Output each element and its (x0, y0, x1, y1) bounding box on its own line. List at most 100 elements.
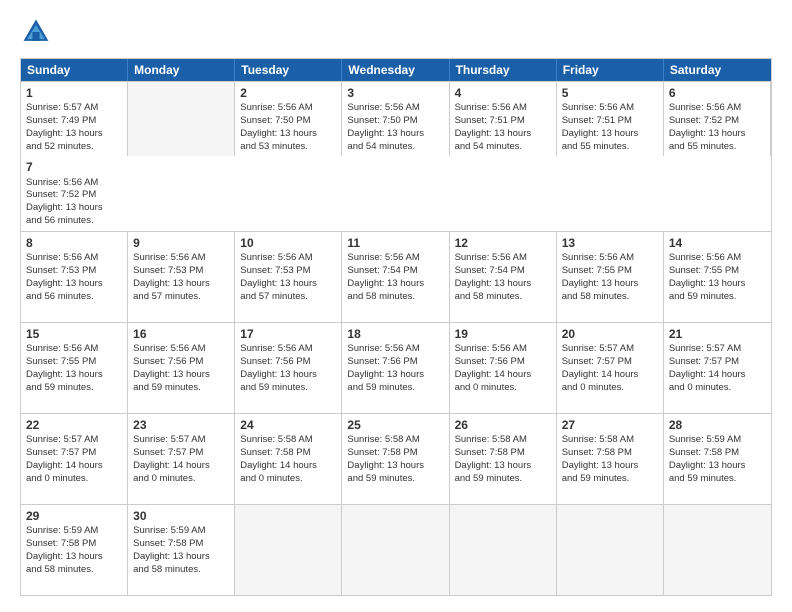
cell-line: Daylight: 13 hours (347, 128, 443, 141)
day-number: 19 (455, 326, 551, 342)
cell-line: Sunrise: 5:56 AM (240, 102, 336, 115)
cell-line: Daylight: 14 hours (562, 369, 658, 382)
cell-line: and 59 minutes. (455, 473, 551, 486)
cell-line: and 0 minutes. (669, 382, 766, 395)
cal-cell-27: 27Sunrise: 5:58 AMSunset: 7:58 PMDayligh… (557, 414, 664, 504)
day-number: 9 (133, 235, 229, 251)
cell-line: Sunrise: 5:56 AM (669, 252, 766, 265)
cell-line: Daylight: 13 hours (562, 460, 658, 473)
cell-line: and 59 minutes. (669, 291, 766, 304)
cell-line: and 57 minutes. (240, 291, 336, 304)
cell-line: Daylight: 13 hours (562, 128, 658, 141)
header (20, 16, 772, 48)
cell-line: Daylight: 13 hours (133, 551, 229, 564)
cell-line: Sunset: 7:55 PM (669, 265, 766, 278)
cell-line: Sunrise: 5:57 AM (669, 343, 766, 356)
cell-line: Sunrise: 5:56 AM (455, 102, 551, 115)
cell-line: Sunrise: 5:57 AM (26, 102, 122, 115)
cell-line: Daylight: 14 hours (240, 460, 336, 473)
calendar-row-4: 29Sunrise: 5:59 AMSunset: 7:58 PMDayligh… (21, 504, 771, 595)
cell-line: and 56 minutes. (26, 215, 123, 228)
calendar-row-3: 22Sunrise: 5:57 AMSunset: 7:57 PMDayligh… (21, 413, 771, 504)
day-number: 26 (455, 417, 551, 433)
cell-line: and 58 minutes. (455, 291, 551, 304)
cell-line: and 55 minutes. (562, 141, 658, 154)
calendar-body: 1Sunrise: 5:57 AMSunset: 7:49 PMDaylight… (21, 81, 771, 595)
day-number: 11 (347, 235, 443, 251)
logo-icon (20, 16, 52, 48)
cell-line: and 59 minutes. (347, 382, 443, 395)
cell-line: Sunset: 7:49 PM (26, 115, 122, 128)
cell-line: Sunset: 7:57 PM (669, 356, 766, 369)
cell-line: Sunrise: 5:56 AM (669, 102, 765, 115)
cell-line: Sunrise: 5:59 AM (26, 525, 122, 538)
page: SundayMondayTuesdayWednesdayThursdayFrid… (0, 0, 792, 612)
header-day-thursday: Thursday (450, 59, 557, 81)
cal-cell-21: 21Sunrise: 5:57 AMSunset: 7:57 PMDayligh… (664, 323, 771, 413)
cell-line: Sunset: 7:52 PM (26, 189, 123, 202)
cell-line: Daylight: 13 hours (455, 128, 551, 141)
cell-line: Sunrise: 5:56 AM (240, 343, 336, 356)
cal-cell-14: 14Sunrise: 5:56 AMSunset: 7:55 PMDayligh… (664, 232, 771, 322)
cell-line: Sunrise: 5:56 AM (562, 102, 658, 115)
cell-line: Sunset: 7:53 PM (240, 265, 336, 278)
cell-line: Sunset: 7:53 PM (26, 265, 122, 278)
day-number: 16 (133, 326, 229, 342)
cell-line: and 59 minutes. (669, 473, 766, 486)
cal-cell-5: 5Sunrise: 5:56 AMSunset: 7:51 PMDaylight… (557, 82, 664, 156)
calendar-row-2: 15Sunrise: 5:56 AMSunset: 7:55 PMDayligh… (21, 322, 771, 413)
cell-line: Sunrise: 5:56 AM (240, 252, 336, 265)
cal-cell-4: 4Sunrise: 5:56 AMSunset: 7:51 PMDaylight… (450, 82, 557, 156)
cell-line: Sunrise: 5:58 AM (347, 434, 443, 447)
day-number: 27 (562, 417, 658, 433)
cell-line: Sunrise: 5:58 AM (455, 434, 551, 447)
cal-cell-30: 30Sunrise: 5:59 AMSunset: 7:58 PMDayligh… (128, 505, 235, 595)
cell-line: Daylight: 13 hours (669, 128, 765, 141)
cal-cell-24: 24Sunrise: 5:58 AMSunset: 7:58 PMDayligh… (235, 414, 342, 504)
cal-cell-19: 19Sunrise: 5:56 AMSunset: 7:56 PMDayligh… (450, 323, 557, 413)
cell-line: Daylight: 14 hours (26, 460, 122, 473)
cal-cell-8: 8Sunrise: 5:56 AMSunset: 7:53 PMDaylight… (21, 232, 128, 322)
cell-line: and 56 minutes. (26, 291, 122, 304)
cell-line: Sunset: 7:52 PM (669, 115, 765, 128)
cell-line: Sunset: 7:58 PM (133, 538, 229, 551)
cal-cell-empty (128, 82, 235, 156)
cell-line: Daylight: 13 hours (26, 369, 122, 382)
day-number: 4 (455, 85, 551, 101)
cell-line: Sunset: 7:58 PM (26, 538, 122, 551)
cell-line: Daylight: 13 hours (133, 369, 229, 382)
cell-line: and 58 minutes. (562, 291, 658, 304)
cal-cell-26: 26Sunrise: 5:58 AMSunset: 7:58 PMDayligh… (450, 414, 557, 504)
cell-line: and 54 minutes. (455, 141, 551, 154)
cal-cell-25: 25Sunrise: 5:58 AMSunset: 7:58 PMDayligh… (342, 414, 449, 504)
day-number: 18 (347, 326, 443, 342)
day-number: 22 (26, 417, 122, 433)
cell-line: Sunset: 7:56 PM (240, 356, 336, 369)
cell-line: Daylight: 13 hours (26, 128, 122, 141)
cell-line: Sunrise: 5:56 AM (26, 177, 123, 190)
cal-cell-empty-4-3 (342, 505, 449, 595)
cell-line: and 55 minutes. (669, 141, 765, 154)
cell-line: Daylight: 13 hours (133, 278, 229, 291)
cal-cell-15: 15Sunrise: 5:56 AMSunset: 7:55 PMDayligh… (21, 323, 128, 413)
cell-line: Daylight: 13 hours (347, 460, 443, 473)
cell-line: and 59 minutes. (240, 382, 336, 395)
cell-line: Sunset: 7:51 PM (562, 115, 658, 128)
cell-line: Sunrise: 5:56 AM (347, 102, 443, 115)
day-number: 17 (240, 326, 336, 342)
cell-line: Sunrise: 5:58 AM (562, 434, 658, 447)
day-number: 8 (26, 235, 122, 251)
cell-line: Daylight: 13 hours (455, 460, 551, 473)
day-number: 29 (26, 508, 122, 524)
cell-line: and 59 minutes. (347, 473, 443, 486)
cell-line: and 0 minutes. (562, 382, 658, 395)
cal-cell-2: 2Sunrise: 5:56 AMSunset: 7:50 PMDaylight… (235, 82, 342, 156)
cal-cell-9: 9Sunrise: 5:56 AMSunset: 7:53 PMDaylight… (128, 232, 235, 322)
calendar-header: SundayMondayTuesdayWednesdayThursdayFrid… (21, 59, 771, 81)
cell-line: and 57 minutes. (133, 291, 229, 304)
day-number: 24 (240, 417, 336, 433)
cell-line: and 0 minutes. (26, 473, 122, 486)
cell-line: Sunset: 7:54 PM (347, 265, 443, 278)
day-number: 25 (347, 417, 443, 433)
cell-line: and 58 minutes. (347, 291, 443, 304)
